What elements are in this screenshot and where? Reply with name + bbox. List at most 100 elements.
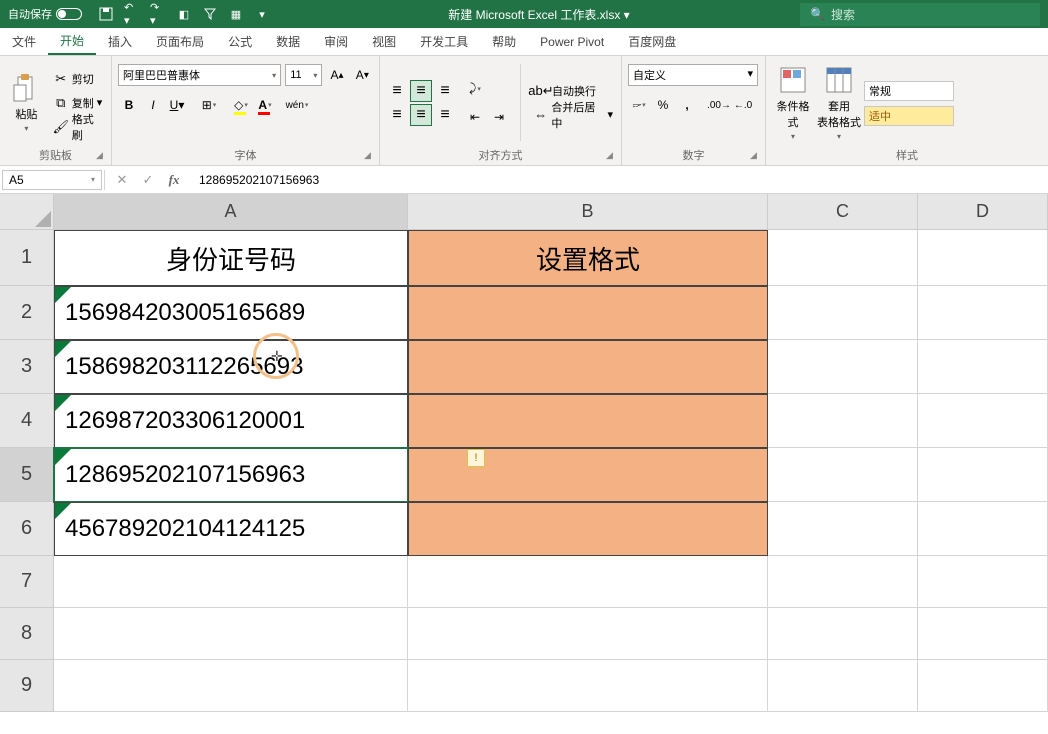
undo-icon[interactable]: ↶ ▾ bbox=[124, 6, 140, 22]
merge-center-button[interactable]: ⇔合并后居中 ▾ bbox=[531, 104, 615, 126]
cell-B6[interactable] bbox=[408, 502, 768, 556]
cell-C1[interactable] bbox=[768, 230, 918, 286]
decrease-decimal-icon[interactable]: ←.0 bbox=[732, 94, 754, 116]
cell-C6[interactable] bbox=[768, 502, 918, 556]
cell-D5[interactable] bbox=[918, 448, 1048, 502]
row-header-5[interactable]: 5 bbox=[0, 448, 54, 502]
row-header-4[interactable]: 4 bbox=[0, 394, 54, 448]
qat-dropdown-icon[interactable]: ▾ bbox=[254, 6, 270, 22]
cell-D3[interactable] bbox=[918, 340, 1048, 394]
cell-B7[interactable] bbox=[408, 556, 768, 608]
decrease-font-icon[interactable]: A▾ bbox=[352, 64, 373, 86]
align-bottom-icon[interactable]: ≡ bbox=[434, 80, 456, 102]
tab-Power Pivot[interactable]: Power Pivot bbox=[528, 28, 616, 55]
cell-B8[interactable] bbox=[408, 608, 768, 660]
font-name-combo[interactable]: 阿里巴巴普惠体▾ bbox=[118, 64, 281, 86]
tab-视图[interactable]: 视图 bbox=[360, 28, 408, 55]
row-header-9[interactable]: 9 bbox=[0, 660, 54, 712]
cell-B4[interactable] bbox=[408, 394, 768, 448]
underline-button[interactable]: U ▾ bbox=[166, 94, 188, 116]
cell-A6[interactable]: 456789202104124125 bbox=[54, 502, 408, 556]
cell-A7[interactable] bbox=[54, 556, 408, 608]
search-box[interactable]: 🔍 搜索 bbox=[800, 3, 1040, 26]
phonetic-button[interactable]: wén bbox=[286, 94, 308, 116]
cell-A3[interactable]: 158698203112265693 bbox=[54, 340, 408, 394]
confirm-formula-icon[interactable]: ✓ bbox=[139, 172, 157, 188]
cell-A1[interactable]: 身份证号码 bbox=[54, 230, 408, 286]
paste-button[interactable]: 粘贴 ▾ bbox=[6, 60, 47, 145]
format-table-button[interactable]: 套用 表格格式 ▾ bbox=[818, 60, 860, 145]
number-format-combo[interactable]: 自定义▾ bbox=[628, 64, 758, 86]
cell-D7[interactable] bbox=[918, 556, 1048, 608]
cell-C3[interactable] bbox=[768, 340, 918, 394]
align-center-icon[interactable]: ≡ bbox=[410, 104, 432, 126]
row-header-7[interactable]: 7 bbox=[0, 556, 54, 608]
column-header-C[interactable]: C bbox=[768, 194, 918, 230]
cell-A2[interactable]: 156984203005165689 bbox=[54, 286, 408, 340]
bold-button[interactable]: B bbox=[118, 94, 140, 116]
filter-icon[interactable] bbox=[202, 6, 218, 22]
accounting-format-button[interactable]: 🖙 bbox=[628, 94, 650, 116]
clipboard-dialog-launcher[interactable]: ◢ bbox=[96, 150, 108, 162]
align-middle-icon[interactable]: ≡ bbox=[410, 80, 432, 102]
save-icon[interactable] bbox=[98, 6, 114, 22]
cell-D8[interactable] bbox=[918, 608, 1048, 660]
tab-数据[interactable]: 数据 bbox=[264, 28, 312, 55]
cell-B3[interactable] bbox=[408, 340, 768, 394]
redo-icon[interactable]: ↷ ▾ bbox=[150, 6, 166, 22]
cell-A4[interactable]: 126987203306120001 bbox=[54, 394, 408, 448]
cell-style-normal[interactable]: 常规 bbox=[864, 81, 954, 101]
cell-D2[interactable] bbox=[918, 286, 1048, 340]
column-header-A[interactable]: A bbox=[54, 194, 408, 230]
border-button[interactable]: ⊞ bbox=[198, 94, 220, 116]
align-top-icon[interactable]: ≡ bbox=[386, 80, 408, 102]
increase-decimal-icon[interactable]: .00→ bbox=[708, 94, 730, 116]
tab-公式[interactable]: 公式 bbox=[216, 28, 264, 55]
cell-D6[interactable] bbox=[918, 502, 1048, 556]
error-options-button[interactable]: ! bbox=[467, 449, 485, 467]
decrease-indent-icon[interactable]: ⇤ bbox=[464, 106, 486, 128]
autosave-toggle[interactable]: 自动保存 bbox=[0, 6, 90, 22]
cell-D1[interactable] bbox=[918, 230, 1048, 286]
font-size-combo[interactable]: 11▾ bbox=[285, 64, 322, 86]
font-color-button[interactable]: A bbox=[254, 94, 276, 116]
conditional-format-button[interactable]: 条件格式 ▾ bbox=[772, 60, 814, 145]
font-dialog-launcher[interactable]: ◢ bbox=[364, 150, 376, 162]
cell-D4[interactable] bbox=[918, 394, 1048, 448]
align-right-icon[interactable]: ≡ bbox=[434, 104, 456, 126]
row-header-1[interactable]: 1 bbox=[0, 230, 54, 286]
cell-B9[interactable] bbox=[408, 660, 768, 712]
cut-button[interactable]: ✂剪切 bbox=[51, 68, 105, 90]
cell-B1[interactable]: 设置格式 bbox=[408, 230, 768, 286]
touch-mode-icon[interactable]: ◧ bbox=[176, 6, 192, 22]
name-box[interactable]: A5▾ bbox=[2, 170, 102, 190]
format-painter-button[interactable]: 🖌格式刷 bbox=[51, 116, 105, 138]
fx-icon[interactable]: fx bbox=[165, 172, 183, 188]
cell-D9[interactable] bbox=[918, 660, 1048, 712]
increase-indent-icon[interactable]: ⇥ bbox=[488, 106, 510, 128]
italic-button[interactable]: I bbox=[142, 94, 164, 116]
orientation-button[interactable]: ⤸ bbox=[464, 78, 486, 100]
row-header-6[interactable]: 6 bbox=[0, 502, 54, 556]
cell-C8[interactable] bbox=[768, 608, 918, 660]
cell-C2[interactable] bbox=[768, 286, 918, 340]
cell-A8[interactable] bbox=[54, 608, 408, 660]
cancel-formula-icon[interactable]: ✕ bbox=[113, 172, 131, 188]
align-left-icon[interactable]: ≡ bbox=[386, 104, 408, 126]
row-header-2[interactable]: 2 bbox=[0, 286, 54, 340]
tab-开发工具[interactable]: 开发工具 bbox=[408, 28, 480, 55]
tab-页面布局[interactable]: 页面布局 bbox=[144, 28, 216, 55]
cell-C7[interactable] bbox=[768, 556, 918, 608]
column-header-D[interactable]: D bbox=[918, 194, 1048, 230]
cell-A5[interactable]: 128695202107156963! bbox=[54, 448, 408, 502]
cell-C9[interactable] bbox=[768, 660, 918, 712]
row-header-8[interactable]: 8 bbox=[0, 608, 54, 660]
select-all-corner[interactable] bbox=[0, 194, 54, 230]
increase-font-icon[interactable]: A▴ bbox=[326, 64, 347, 86]
tab-插入[interactable]: 插入 bbox=[96, 28, 144, 55]
cell-C4[interactable] bbox=[768, 394, 918, 448]
cell-B5[interactable] bbox=[408, 448, 768, 502]
alignment-dialog-launcher[interactable]: ◢ bbox=[606, 150, 618, 162]
tab-开始[interactable]: 开始 bbox=[48, 28, 96, 55]
percent-button[interactable]: % bbox=[652, 94, 674, 116]
